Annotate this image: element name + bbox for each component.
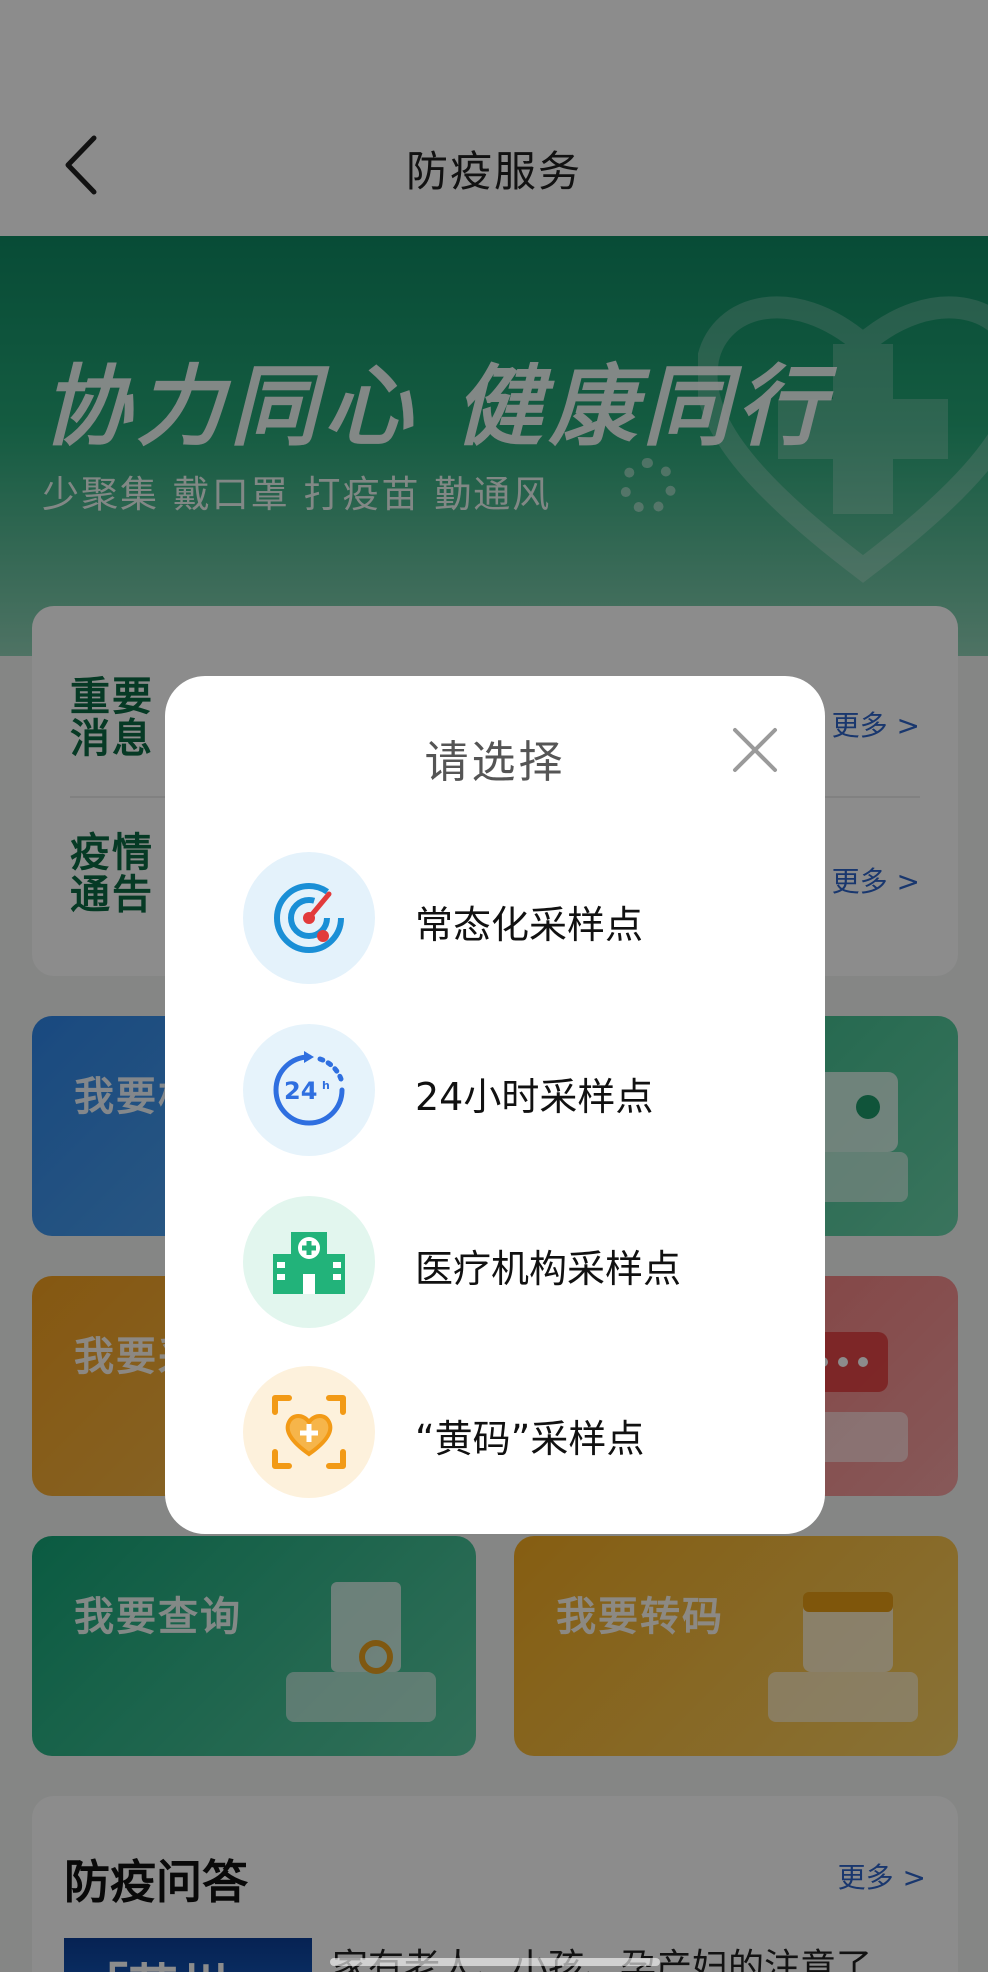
option-label: 24小时采样点 <box>415 1075 654 1119</box>
option-yellow-code-sampling[interactable]: “黄码”采样点 <box>243 1366 763 1500</box>
option-routine-sampling[interactable]: 常态化采样点 <box>243 852 763 986</box>
option-medical-sampling[interactable]: 医疗机构采样点 <box>243 1196 763 1330</box>
24h-clock-icon: 24 h <box>243 1024 375 1156</box>
option-label: “黄码”采样点 <box>415 1417 645 1461</box>
select-dialog: 请选择 常态化采样点 24 h 24小时采样点 医疗机构采样点 “黄码”采样点 <box>165 676 825 1534</box>
option-label: 医疗机构采样点 <box>415 1247 682 1291</box>
option-24h-sampling[interactable]: 24 h 24小时采样点 <box>243 1024 763 1158</box>
option-label: 常态化采样点 <box>415 903 644 947</box>
close-icon[interactable] <box>731 726 779 774</box>
svg-text:24: 24 <box>284 1077 317 1105</box>
home-indicator <box>330 1958 660 1966</box>
dialog-title: 请选择 <box>424 737 566 788</box>
radar-icon <box>243 852 375 984</box>
svg-text:h: h <box>322 1079 330 1092</box>
hospital-icon <box>243 1196 375 1328</box>
heart-scan-icon <box>243 1366 375 1498</box>
